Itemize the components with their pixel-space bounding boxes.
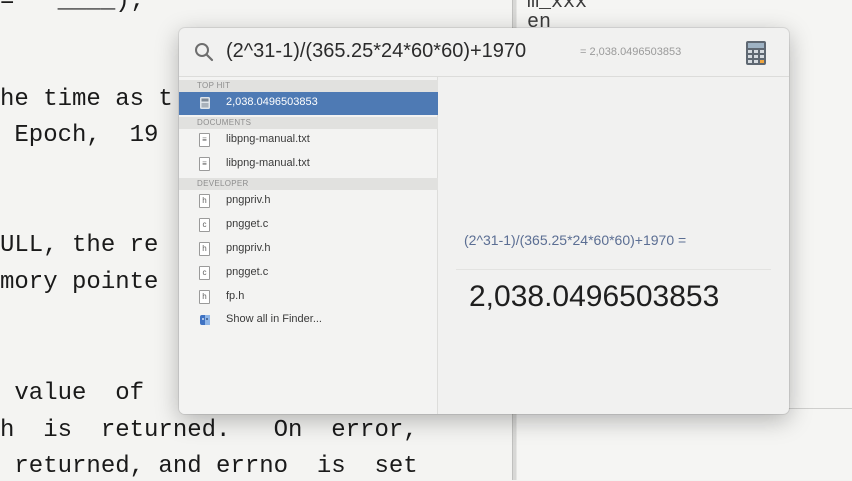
- editor-line: value of: [0, 380, 145, 407]
- editor-line: Epoch, 19: [0, 122, 159, 149]
- header-file-icon: h: [199, 290, 210, 304]
- divider: [456, 269, 771, 270]
- spotlight-search-bar[interactable]: (2^31-1)/(365.25*24*60*60)+1970 = 2,038.…: [179, 28, 789, 76]
- search-icon: [195, 43, 214, 62]
- header-file-icon: h: [199, 194, 210, 208]
- result-label: pngget.c: [226, 266, 269, 278]
- result-label: Show all in Finder...: [226, 313, 322, 325]
- preview-pane: (2^31-1)/(365.25*24*60*60)+1970 = 2,038.…: [438, 77, 789, 414]
- preview-result-value[interactable]: 2,038.0496503853: [469, 280, 719, 314]
- section-header-documents: DOCUMENTS: [179, 117, 438, 129]
- editor-line: mory pointe: [0, 269, 159, 296]
- editor-line: ULL, the re: [0, 232, 159, 259]
- search-input[interactable]: (2^31-1)/(365.25*24*60*60)+1970: [226, 40, 526, 63]
- result-label: libpng-manual.txt: [226, 133, 310, 145]
- result-label: pngpriv.h: [226, 242, 271, 254]
- editor-line: returned, and errno is set: [0, 453, 418, 480]
- calculator-icon: [746, 41, 766, 65]
- inline-result: = 2,038.0496503853: [580, 46, 682, 58]
- c-file-icon: c: [199, 266, 210, 280]
- text-document-icon: ≡: [199, 157, 210, 171]
- result-developer-file[interactable]: h fp.h: [179, 286, 438, 309]
- result-developer-file[interactable]: h pngpriv.h: [179, 190, 438, 213]
- section-header-top-hit: TOP HIT: [179, 80, 438, 92]
- c-file-icon: c: [199, 218, 210, 232]
- editor-line: he time as t: [0, 86, 173, 113]
- result-label: fp.h: [226, 290, 245, 302]
- show-all-in-finder[interactable]: Show all in Finder...: [179, 309, 438, 332]
- preview-expression: (2^31-1)/(365.25*24*60*60)+1970 =: [464, 232, 687, 248]
- editor-line: = ____);: [0, 0, 145, 15]
- result-label: libpng-manual.txt: [226, 157, 310, 169]
- text-document-icon: ≡: [199, 133, 210, 147]
- result-label: pngget.c: [226, 218, 269, 230]
- result-developer-file[interactable]: c pngget.c: [179, 262, 438, 285]
- header-file-icon: h: [199, 242, 210, 256]
- result-developer-file[interactable]: h pngpriv.h: [179, 238, 438, 261]
- finder-icon: [200, 315, 210, 325]
- result-label: 2,038.0496503853: [226, 96, 318, 108]
- result-document[interactable]: ≡ libpng-manual.txt: [179, 129, 438, 152]
- spotlight-window: (2^31-1)/(365.25*24*60*60)+1970 = 2,038.…: [179, 28, 789, 414]
- calculator-icon: [200, 97, 210, 109]
- results-list: TOP HIT 2,038.0496503853 DOCUMENTS ≡ lib…: [179, 77, 438, 414]
- result-label: pngpriv.h: [226, 194, 271, 206]
- section-header-developer: DEVELOPER: [179, 178, 438, 190]
- result-top-hit[interactable]: 2,038.0496503853: [179, 92, 438, 115]
- result-document[interactable]: ≡ libpng-manual.txt: [179, 153, 438, 176]
- result-developer-file[interactable]: c pngget.c: [179, 214, 438, 237]
- editor-line: h is returned. On error,: [0, 417, 418, 444]
